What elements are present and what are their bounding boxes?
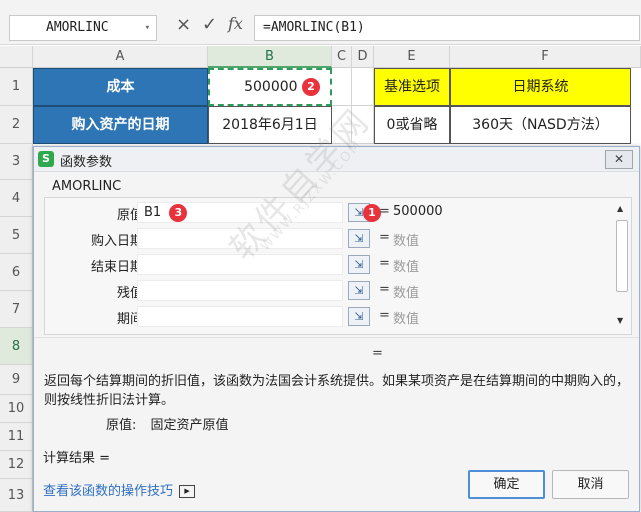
- cell-b1-value: 500000: [244, 79, 298, 95]
- range-select-icon[interactable]: ⇲: [348, 255, 370, 274]
- argument-equals: =: [379, 308, 390, 323]
- formula-result-equals: =: [372, 346, 383, 361]
- column-header-d[interactable]: D: [352, 46, 374, 68]
- argument-input-first-period[interactable]: [137, 254, 343, 275]
- argument-row-period: 期间 ⇲ = 数值: [45, 306, 631, 328]
- argument-input-cost[interactable]: B1 3: [137, 202, 343, 223]
- parameter-name: 原值:: [106, 418, 137, 433]
- cell-a2[interactable]: 购入资产的日期: [33, 106, 208, 144]
- row-header-8[interactable]: 8: [0, 328, 33, 365]
- argument-row-first-period: 结束日期 ⇲ = 数值: [45, 254, 631, 276]
- row-header-11[interactable]: 11: [0, 423, 33, 451]
- scroll-up-icon[interactable]: ▲: [617, 204, 623, 213]
- cell-e1[interactable]: 基准选项: [374, 68, 450, 106]
- cell-f1[interactable]: 日期系统: [450, 68, 631, 106]
- ok-button[interactable]: 确定: [468, 470, 545, 499]
- function-description: 返回每个结算期间的折旧值，该函数为法国会计系统提供。如果某项资产是在结算期间的中…: [44, 374, 630, 408]
- function-arguments-dialog: S 函数参数 ✕ AMORLINC 原值 B1 3 ⇲ 1 = 500000 购…: [33, 146, 640, 512]
- argument-input-salvage[interactable]: [137, 280, 343, 301]
- arguments-scrollbar[interactable]: ▲ ▼: [615, 202, 629, 330]
- argument-label: 结束日期: [90, 260, 143, 275]
- argument-result: 数值: [393, 286, 420, 301]
- function-name: AMORLINC: [52, 179, 122, 194]
- argument-label: 购入日期: [90, 234, 143, 249]
- name-box-dropdown-icon[interactable]: ▾: [145, 16, 150, 40]
- wps-logo-icon: S: [38, 151, 54, 167]
- row-header-12[interactable]: 12: [0, 451, 33, 479]
- column-header-f[interactable]: F: [450, 46, 641, 68]
- range-select-icon[interactable]: ⇲: [348, 307, 370, 326]
- argument-result: 数值: [393, 234, 420, 249]
- close-icon[interactable]: ✕: [605, 150, 633, 169]
- formula-bar: AMORLINC ▾ × ✓ fx =AMORLINC(B1): [0, 0, 641, 45]
- step-badge-2: 2: [302, 78, 320, 96]
- parameter-description: 原值: 固定资产原值: [106, 414, 229, 433]
- row-header-1[interactable]: 1: [0, 68, 33, 106]
- calculation-result: 计算结果 =: [43, 451, 111, 466]
- row-header-5[interactable]: 5: [0, 217, 33, 254]
- argument-equals: =: [379, 204, 390, 219]
- name-box[interactable]: AMORLINC ▾: [9, 15, 157, 41]
- argument-result: 数值: [393, 260, 420, 275]
- row-header-13[interactable]: 13: [0, 479, 33, 512]
- row-header-9[interactable]: 9: [0, 365, 33, 395]
- argument-equals: =: [379, 256, 390, 271]
- cell-f2[interactable]: 360天（NASD方法）: [450, 106, 631, 144]
- step-badge-3: 3: [169, 203, 188, 222]
- name-box-value: AMORLINC: [46, 20, 109, 35]
- confirm-edit-icon[interactable]: ✓: [202, 14, 217, 35]
- formula-input[interactable]: =AMORLINC(B1): [254, 15, 640, 41]
- argument-result: 数值: [393, 312, 420, 327]
- scroll-thumb[interactable]: [616, 220, 628, 292]
- cancel-button[interactable]: 取消: [552, 470, 629, 499]
- argument-equals: =: [379, 282, 390, 297]
- divider: [34, 337, 639, 338]
- cell-a1[interactable]: 成本: [33, 68, 208, 106]
- row-header-2[interactable]: 2: [0, 106, 33, 144]
- cell-b2[interactable]: 2018年6月1日: [208, 106, 332, 144]
- column-header-b[interactable]: B: [208, 46, 332, 68]
- dialog-title-bar[interactable]: S 函数参数 ✕: [34, 147, 639, 172]
- select-all-corner[interactable]: [0, 46, 33, 68]
- cell-e2[interactable]: 0或省略: [374, 106, 450, 144]
- function-tips-link[interactable]: 查看该函数的操作技巧 ▶: [43, 480, 196, 499]
- argument-input-purchase-date[interactable]: [137, 228, 343, 249]
- cell-c2[interactable]: [332, 106, 352, 144]
- cell-b1[interactable]: 500000 2: [208, 68, 332, 106]
- argument-input-period[interactable]: [137, 306, 343, 327]
- cell-d1[interactable]: [352, 68, 374, 106]
- range-select-icon[interactable]: ⇲: [348, 281, 370, 300]
- row-header-7[interactable]: 7: [0, 291, 33, 328]
- argument-row-cost: 原值 B1 3 ⇲ 1 = 500000: [45, 202, 631, 224]
- column-header-a[interactable]: A: [33, 46, 208, 68]
- row-header-3[interactable]: 3: [0, 144, 33, 180]
- cell-d2[interactable]: [352, 106, 374, 144]
- row-header-10[interactable]: 10: [0, 395, 33, 423]
- column-header-e[interactable]: E: [374, 46, 450, 68]
- insert-function-icon[interactable]: fx: [228, 14, 243, 33]
- range-select-icon[interactable]: ⇲: [348, 229, 370, 248]
- cancel-edit-icon[interactable]: ×: [176, 14, 191, 35]
- argument-equals: =: [379, 230, 390, 245]
- arguments-panel: 原值 B1 3 ⇲ 1 = 500000 购入日期 ⇲ = 数值 结束日期 ⇲ …: [44, 197, 632, 335]
- column-header-c[interactable]: C: [332, 46, 352, 68]
- argument-result: 500000: [393, 204, 443, 219]
- argument-row-salvage: 残值 ⇲ = 数值: [45, 280, 631, 302]
- video-play-icon[interactable]: ▶: [179, 485, 196, 498]
- dialog-title: 函数参数: [60, 155, 113, 170]
- argument-input-value: B1: [144, 205, 162, 220]
- parameter-text: 固定资产原值: [150, 418, 229, 433]
- cell-c1[interactable]: [332, 68, 352, 106]
- scroll-down-icon[interactable]: ▼: [617, 316, 623, 325]
- row-header-4[interactable]: 4: [0, 180, 33, 217]
- argument-row-purchase-date: 购入日期 ⇲ = 数值: [45, 228, 631, 250]
- function-tips-link-text[interactable]: 查看该函数的操作技巧: [43, 484, 173, 499]
- row-header-6[interactable]: 6: [0, 254, 33, 291]
